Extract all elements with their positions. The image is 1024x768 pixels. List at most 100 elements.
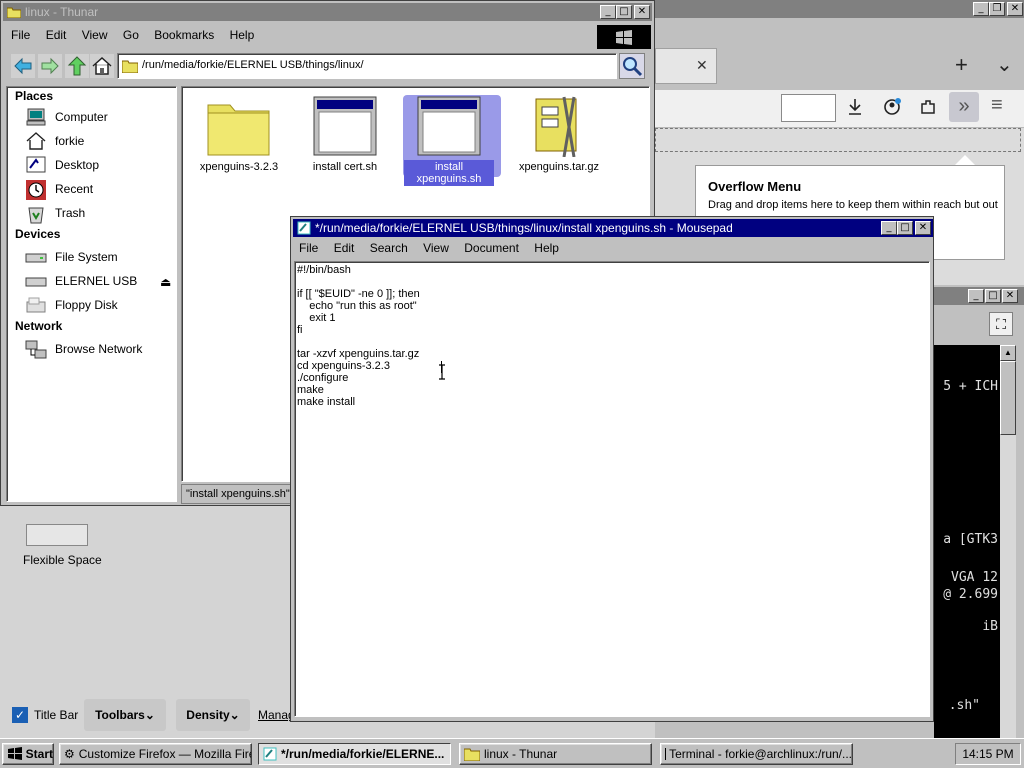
menu-bookmarks[interactable]: Bookmarks bbox=[154, 28, 214, 42]
menu-edit[interactable]: Edit bbox=[334, 241, 355, 255]
sidebar-item-label: Floppy Disk bbox=[55, 298, 118, 312]
ibeam-cursor-icon bbox=[439, 364, 445, 380]
menu-help[interactable]: Help bbox=[230, 28, 255, 42]
maximize-icon[interactable]: □ bbox=[985, 289, 1001, 303]
minimize-icon[interactable]: _ bbox=[881, 221, 897, 235]
eject-icon[interactable]: ⏏ bbox=[160, 275, 171, 289]
home-icon bbox=[25, 132, 47, 150]
minimize-icon[interactable]: _ bbox=[600, 5, 616, 19]
sidebar-item-forkie[interactable]: forkie bbox=[25, 131, 84, 151]
menu-file[interactable]: File bbox=[299, 241, 318, 255]
file-label: xpenguins-3.2.3 bbox=[199, 161, 279, 173]
minimize-icon[interactable]: _ bbox=[968, 289, 984, 303]
hamburger-menu-icon[interactable]: ≡ bbox=[991, 94, 1003, 117]
script-window-icon bbox=[313, 96, 377, 156]
title-bar-checkbox[interactable]: ✓ bbox=[12, 707, 28, 723]
clock[interactable]: 14:15 PM bbox=[955, 743, 1021, 765]
sidebar-item-browse-network[interactable]: Browse Network bbox=[25, 339, 142, 359]
new-tab-icon[interactable]: + bbox=[955, 52, 968, 78]
taskbar-item-thunar[interactable]: linux - Thunar bbox=[459, 743, 652, 765]
restore-icon[interactable]: ❐ bbox=[989, 2, 1005, 16]
sidebar-item-recent[interactable]: Recent bbox=[25, 179, 94, 200]
chevron-down-icon: ⌄ bbox=[229, 708, 240, 722]
scroll-thumb[interactable] bbox=[1000, 361, 1016, 435]
thunar-sidebar: Places Computer forkie Desktop Recent Tr… bbox=[6, 86, 177, 502]
firefox-tab[interactable]: ✕ bbox=[655, 48, 717, 84]
menu-file[interactable]: File bbox=[11, 28, 30, 42]
floppy-icon bbox=[25, 296, 47, 314]
mousepad-editor[interactable]: #!/bin/bash if [[ "$EUID" -ne 0 ]]; then… bbox=[294, 261, 930, 717]
toolbar-placeholder-field[interactable] bbox=[781, 94, 836, 122]
location-bar[interactable]: /run/media/forkie/ELERNEL USB/things/lin… bbox=[117, 53, 617, 79]
up-button[interactable] bbox=[65, 54, 89, 78]
overflow-menu-icon[interactable]: » bbox=[949, 92, 979, 122]
sidebar-item-floppy-disk[interactable]: Floppy Disk bbox=[25, 295, 118, 315]
taskbar-label: Terminal - forkie@archlinux:/run/... bbox=[669, 747, 852, 761]
thunar-menubar: File Edit View Go Bookmarks Help bbox=[11, 28, 266, 42]
menu-view[interactable]: View bbox=[423, 241, 449, 255]
download-icon[interactable] bbox=[847, 98, 863, 116]
sidebar-item-label: forkie bbox=[55, 134, 85, 148]
extensions-icon[interactable] bbox=[919, 98, 937, 116]
taskbar-item-firefox[interactable]: ⚙ Customize Firefox — Mozilla Firefox bbox=[59, 743, 252, 765]
density-label: Density bbox=[186, 708, 230, 722]
file-item[interactable]: xpenguins.tar.gz bbox=[514, 95, 604, 174]
menu-document[interactable]: Document bbox=[464, 241, 519, 255]
account-icon[interactable] bbox=[883, 98, 903, 116]
sidebar-item-trash[interactable]: Trash bbox=[25, 203, 85, 224]
mousepad-titlebar[interactable]: */run/media/forkie/ELERNEL USB/things/li… bbox=[293, 219, 933, 237]
home-button[interactable] bbox=[90, 54, 114, 78]
list-tabs-icon[interactable]: ⌄ bbox=[996, 52, 1013, 77]
close-icon[interactable]: ✕ bbox=[634, 5, 650, 19]
search-button[interactable] bbox=[619, 53, 645, 79]
close-icon[interactable]: ✕ bbox=[1002, 289, 1018, 303]
terminal-line: 5 + ICH bbox=[943, 379, 998, 394]
menu-help[interactable]: Help bbox=[534, 241, 559, 255]
taskbar-item-mousepad[interactable]: */run/media/forkie/ELERNE... bbox=[258, 743, 451, 765]
maximize-icon[interactable]: □ bbox=[897, 221, 913, 235]
back-button[interactable] bbox=[11, 54, 35, 78]
close-icon[interactable]: ✕ bbox=[1007, 2, 1023, 16]
density-button[interactable]: Density ⌄ bbox=[176, 699, 250, 731]
start-button[interactable]: Start bbox=[2, 743, 54, 765]
toolbars-button[interactable]: Toolbars ⌄ bbox=[84, 699, 166, 731]
file-label: xpenguins.tar.gz bbox=[518, 161, 600, 173]
sidebar-item-file-system[interactable]: File System bbox=[25, 247, 118, 267]
windows-logo-icon bbox=[597, 25, 651, 49]
terminal-screen[interactable]: 5 + ICH a [GTK3 VGA 12 @ 2.699 iB .sh" bbox=[934, 345, 1000, 738]
close-icon[interactable]: ✕ bbox=[915, 221, 931, 235]
flexible-space-item[interactable] bbox=[26, 524, 88, 546]
overflow-menu-description: Drag and drop items here to keep them wi… bbox=[708, 199, 998, 211]
taskbar-item-terminal[interactable]: Terminal - forkie@archlinux:/run/... bbox=[660, 743, 853, 765]
sidebar-item-label: Computer bbox=[55, 110, 108, 124]
file-item[interactable]: xpenguins-3.2.3 bbox=[194, 95, 284, 174]
sidebar-item-label: Recent bbox=[55, 182, 94, 196]
tab-close-icon[interactable]: ✕ bbox=[696, 57, 708, 74]
scroll-up-icon[interactable]: ▲ bbox=[1000, 345, 1016, 361]
menu-view[interactable]: View bbox=[82, 28, 108, 42]
drive-icon bbox=[25, 272, 47, 290]
status-text: "install xpenguins.sh" bbox=[186, 488, 290, 500]
terminal-toolbar-icon[interactable]: ⛶ bbox=[989, 312, 1013, 336]
file-item[interactable]: install cert.sh bbox=[300, 95, 390, 174]
firefox-titlebar: _ ❐ ✕ bbox=[655, 0, 1024, 18]
title-bar-label: Title Bar bbox=[34, 708, 79, 722]
mousepad-app-icon bbox=[297, 221, 311, 235]
terminal-line: a [GTK3 bbox=[943, 532, 998, 547]
maximize-icon[interactable]: □ bbox=[616, 5, 632, 19]
thunar-titlebar[interactable]: linux - Thunar _ □ ✕ bbox=[3, 3, 652, 21]
editor-content[interactable]: #!/bin/bash if [[ "$EUID" -ne 0 ]]; then… bbox=[295, 262, 929, 410]
sidebar-item-desktop[interactable]: Desktop bbox=[25, 155, 99, 175]
menu-go[interactable]: Go bbox=[123, 28, 139, 42]
trash-icon bbox=[25, 204, 47, 224]
menu-edit[interactable]: Edit bbox=[46, 28, 67, 42]
sidebar-item-computer[interactable]: Computer bbox=[25, 107, 108, 127]
minimize-icon[interactable]: _ bbox=[973, 2, 989, 16]
terminal-scrollbar[interactable]: ▲ bbox=[1000, 345, 1016, 738]
forward-button[interactable] bbox=[38, 54, 62, 78]
sidebar-item-elernel-usb[interactable]: ELERNEL USB bbox=[25, 271, 175, 291]
toolbars-label: Toolbars bbox=[95, 708, 145, 722]
file-item-selected[interactable]: install xpenguins.sh bbox=[403, 95, 501, 186]
taskbar-label: linux - Thunar bbox=[484, 747, 558, 761]
menu-search[interactable]: Search bbox=[370, 241, 408, 255]
